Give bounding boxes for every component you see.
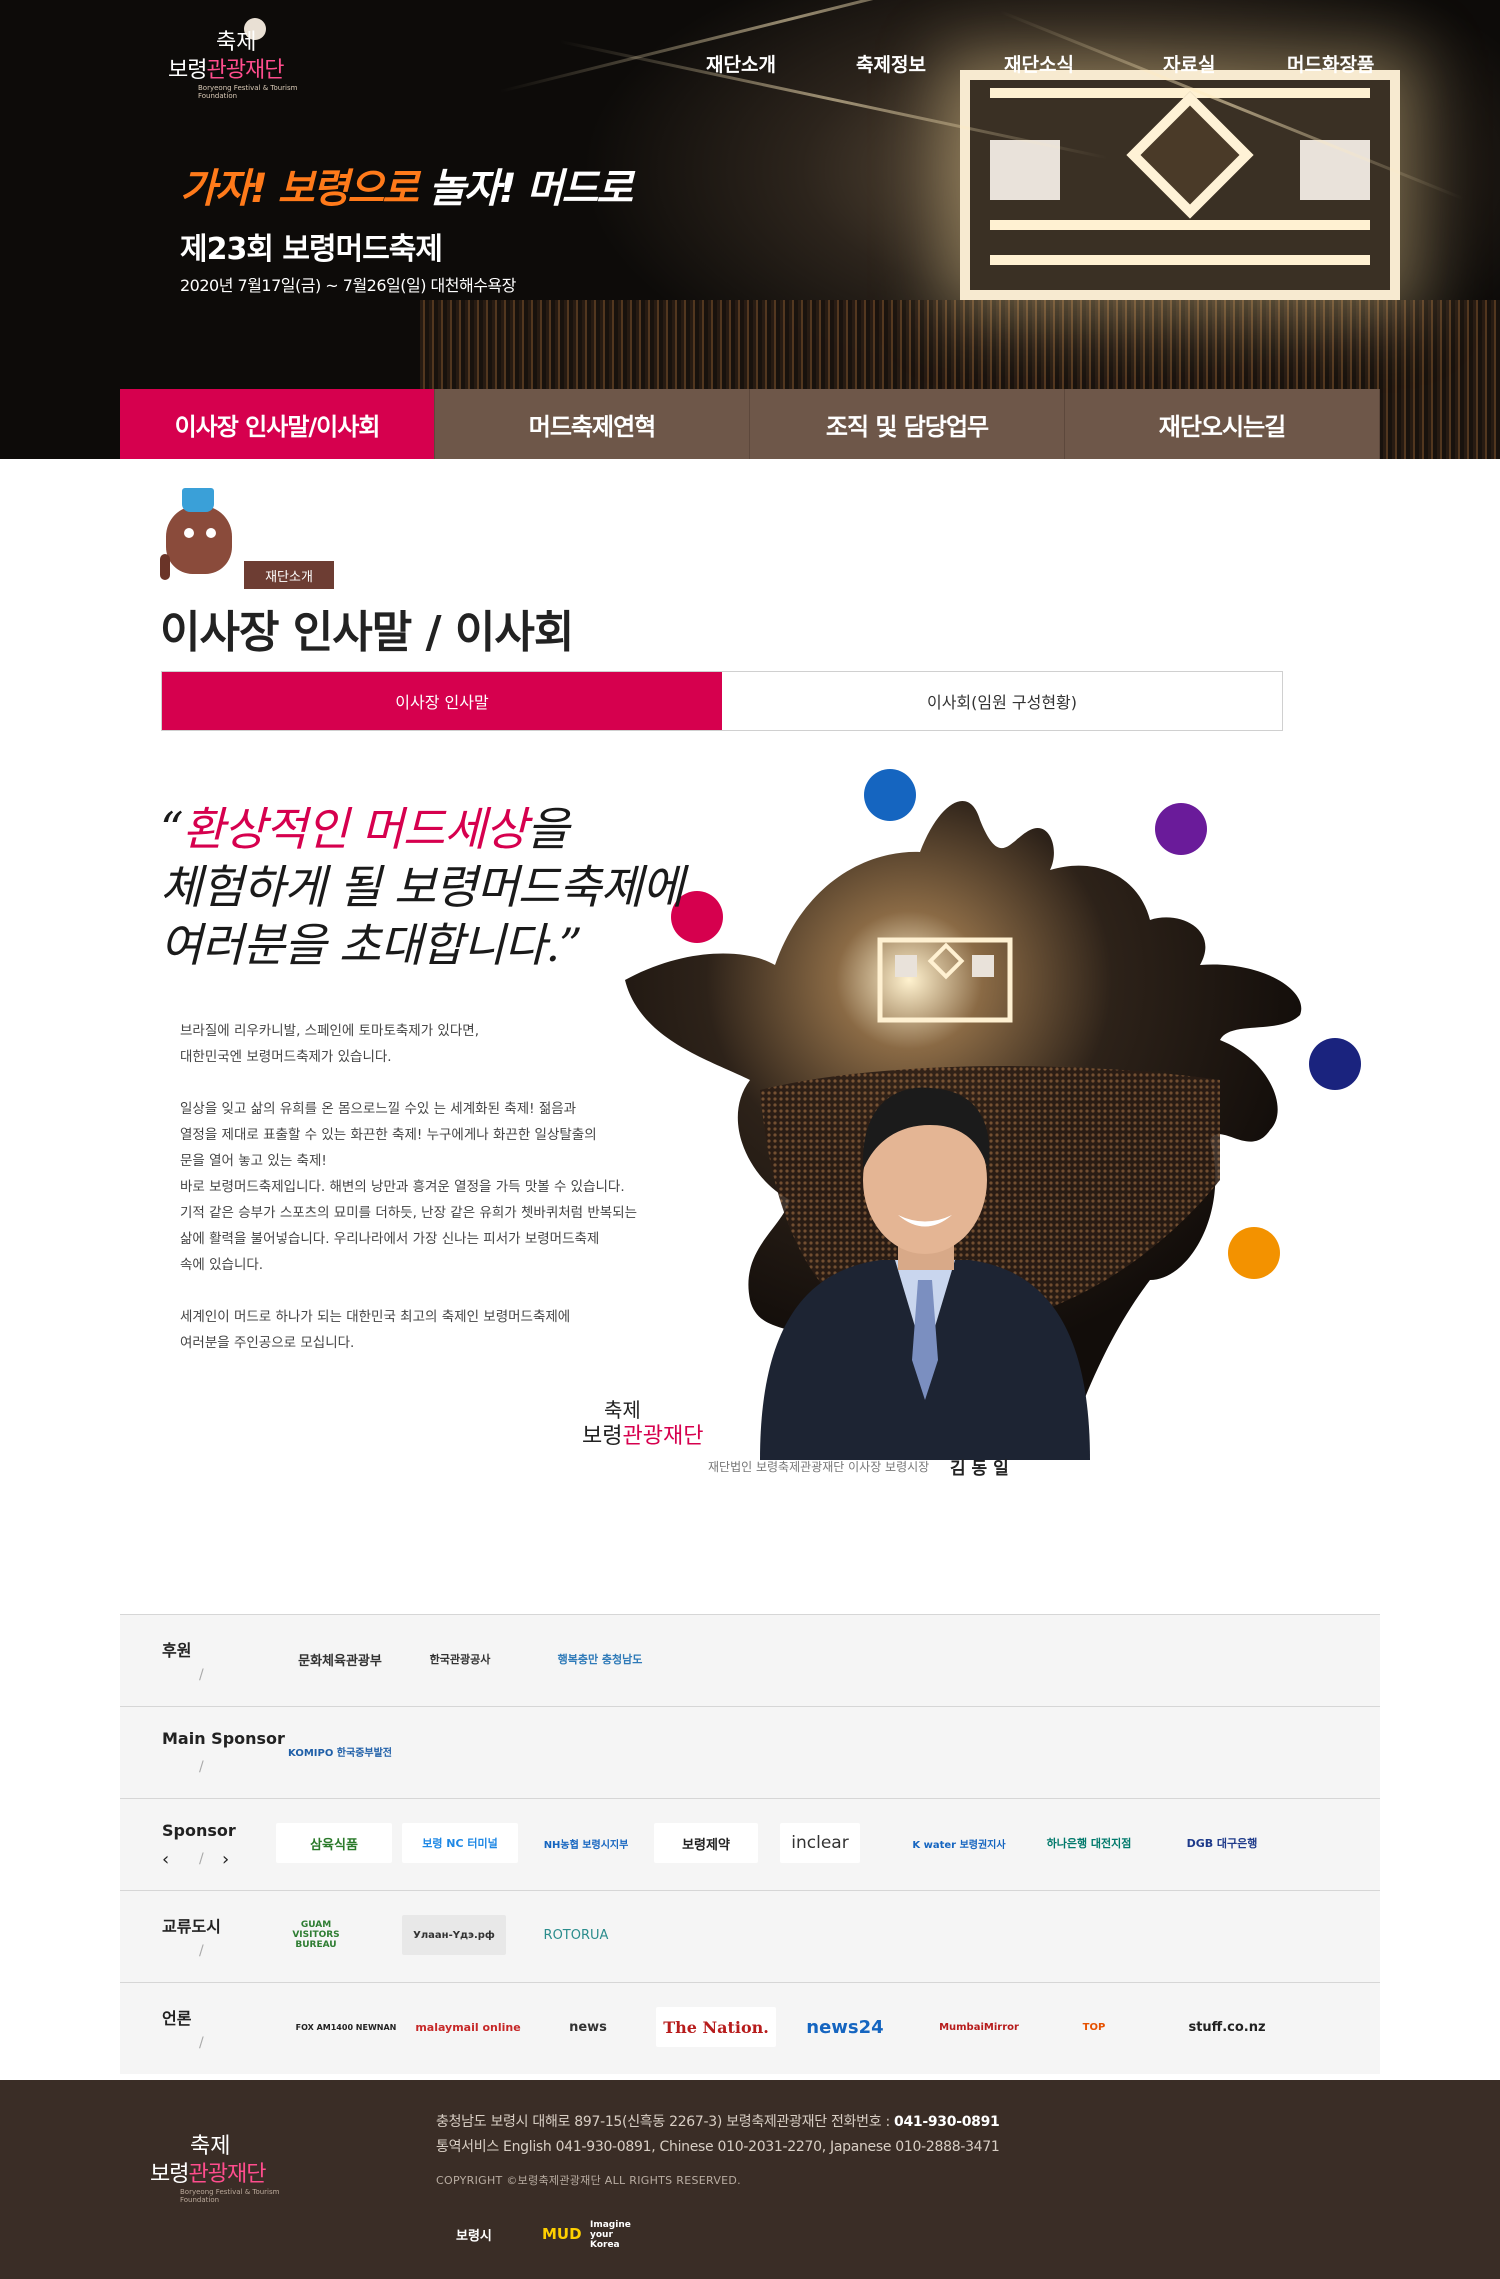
- greeting-body: 브라질에 리우카니발, 스페인에 토마토축제가 있다면, 대한민국엔 보령머드축…: [180, 1018, 700, 1382]
- main-nav: 재단소개 축제정보 재단소식 자료실 머드화장품: [0, 50, 1500, 80]
- footer-link-korea[interactable]: Imagine your Korea: [590, 2220, 640, 2250]
- sponsor-logo[interactable]: NH농협 보령시지부: [528, 1823, 644, 1863]
- sponsor-row-label: 후원: [162, 1641, 192, 1660]
- prev-arrow-icon[interactable]: ‹: [162, 1849, 169, 1870]
- press-logo[interactable]: FOX AM1400 NEWNAN: [296, 2007, 397, 2047]
- sponsor-row-label: Sponsor: [162, 1821, 236, 1840]
- hero-banner: 축제 보령관광재단 Boryeong Festival & Tourism Fo…: [0, 0, 1500, 459]
- sponsor-logo[interactable]: Улаан-Үдэ.рф: [402, 1915, 506, 1955]
- sponsor-logo[interactable]: KOMIPO 한국중부발전: [288, 1731, 392, 1771]
- subnav-directions[interactable]: 재단오시는길: [1065, 389, 1380, 459]
- sponsor-logo[interactable]: inclear: [780, 1823, 860, 1863]
- press-logo[interactable]: news: [550, 2007, 626, 2047]
- decor-dot-navy: [1309, 1038, 1361, 1090]
- sponsor-section: 후원 / 문화체육관광부 한국관광공사 행복충만 충청남도 Main Spons…: [120, 1614, 1380, 2074]
- subnav-history[interactable]: 머드축제연혁: [435, 389, 750, 459]
- sponsor-logo[interactable]: 삼육식품: [276, 1823, 392, 1863]
- decor-dot-orange: [1228, 1227, 1280, 1279]
- sub-nav: 이사장 인사말/이사회 머드축제연혁 조직 및 담당업무 재단오시는길: [120, 389, 1380, 459]
- sponsor-row-support: 후원 / 문화체육관광부 한국관광공사 행복충만 충청남도: [120, 1614, 1380, 1706]
- sponsor-logo[interactable]: 보령 NC 터미널: [402, 1823, 518, 1863]
- sponsor-row-sponsor: Sponsor ‹ / › 삼육식품 보령 NC 터미널 NH농협 보령시지부 …: [120, 1798, 1380, 1890]
- pager: /: [199, 2035, 204, 2051]
- subnav-organization[interactable]: 조직 및 담당업무: [750, 389, 1065, 459]
- sponsor-logo[interactable]: 보령제약: [654, 1823, 758, 1863]
- greeting-paragraph: 세계인이 머드로 하나가 되는 대한민국 최고의 축제인 보령머드축제에 여러분…: [180, 1309, 571, 1351]
- footer-interpret: 통역서비스 English 041-930-0891, Chinese 010-…: [436, 2139, 1000, 2155]
- decor-dot-purple: [1155, 803, 1207, 855]
- footer-link-boryeong[interactable]: 보령시: [456, 2225, 492, 2244]
- press-logo[interactable]: news24: [800, 2007, 890, 2047]
- pager: /: [199, 1667, 204, 1683]
- tab-greeting[interactable]: 이사장 인사말: [162, 672, 722, 730]
- sponsor-row-label: 언론: [162, 2009, 192, 2028]
- event-title: 제23회 보령머드축제: [180, 232, 443, 267]
- sponsor-logo[interactable]: DGB 대구은행: [1168, 1823, 1276, 1863]
- sponsor-logo[interactable]: 문화체육관광부: [280, 1639, 400, 1679]
- sponsor-logo[interactable]: K water 보령권지사: [904, 1823, 1014, 1863]
- sponsor-logo[interactable]: 하나은행 대전지점: [1032, 1823, 1146, 1863]
- greeting-paragraph: 일상을 잊고 삶의 유희를 온 몸으로느낄 수있 는 세계화된 축제! 젊음과 …: [180, 1101, 638, 1273]
- next-arrow-icon[interactable]: ›: [222, 1849, 229, 1870]
- sponsor-row-sister-city: 교류도시 / GUAM VISITORS BUREAU Улаан-Үдэ.рф…: [120, 1890, 1380, 1982]
- press-logo[interactable]: The Nation.: [656, 2007, 776, 2047]
- sponsor-logo[interactable]: GUAM VISITORS BUREAU: [276, 1915, 356, 1955]
- stage-image: [960, 70, 1400, 300]
- press-logo[interactable]: MumbaiMirror: [924, 2007, 1034, 2047]
- mascot-icon: [160, 484, 242, 584]
- pager: ‹ / ›: [162, 1849, 230, 1870]
- page-title: 이사장 인사말 / 이사회: [160, 607, 574, 658]
- nav-mud-cosmetics[interactable]: 머드화장품: [1287, 50, 1374, 77]
- sig-logo: 보령관광재단: [582, 1424, 704, 1449]
- sponsor-logo[interactable]: 한국관광공사: [410, 1639, 510, 1679]
- greeting-paragraph: 브라질에 리우카니발, 스페인에 토마토축제가 있다면, 대한민국엔 보령머드축…: [180, 1023, 479, 1065]
- nav-news[interactable]: 재단소식: [1004, 50, 1074, 77]
- pager: /: [199, 1759, 204, 1775]
- greeting-quote: “환상적인 머드세상을 체험하게 될 보령머드축제에 여러분을 초대합니다.”: [160, 802, 684, 972]
- press-logo[interactable]: TOP: [1064, 2007, 1124, 2047]
- copyright: COPYRIGHT ©보령축제관광재단 ALL RIGHTS RESERVED.: [436, 2174, 741, 2187]
- nav-foundation[interactable]: 재단소개: [706, 50, 776, 77]
- footer-address: 충청남도 보령시 대해로 897-15(신흑동 2267-3) 보령축제관광재단…: [436, 2114, 1000, 2130]
- event-date: 2020년 7월17일(금) ~ 7월26일(일) 대천해수욕장: [180, 276, 516, 295]
- subnav-greeting[interactable]: 이사장 인사말/이사회: [120, 389, 435, 459]
- sponsor-row-label: Main Sponsor: [162, 1729, 285, 1748]
- sponsor-row-label: 교류도시: [162, 1917, 221, 1936]
- sponsor-logo[interactable]: ROTORUA: [530, 1915, 622, 1955]
- category-badge: 재단소개: [244, 561, 334, 589]
- decor-dot-blue: [864, 769, 916, 821]
- logo-tagline: Boryeong Festival & Tourism Foundation: [198, 84, 298, 100]
- hero-slogan: 가자! 보령으로 놀자! 머드로: [180, 166, 633, 212]
- signature-role: 재단법인 보령축제관광재단 이사장 보령시장: [708, 1460, 930, 1474]
- nav-festival-info[interactable]: 축제정보: [856, 50, 926, 77]
- sponsor-row-main: Main Sponsor / KOMIPO 한국중부발전: [120, 1706, 1380, 1798]
- tab-board[interactable]: 이사회(임원 구성현황): [722, 672, 1282, 730]
- pager: /: [199, 1943, 204, 1959]
- nav-archive[interactable]: 자료실: [1163, 50, 1215, 77]
- sponsor-logo[interactable]: 행복충만 충청남도: [550, 1639, 650, 1679]
- footer-link-mud[interactable]: MUD: [542, 2225, 582, 2243]
- footer-logo: 축제 보령관광재단 Boryeong Festival & Tourism Fo…: [150, 2134, 280, 2204]
- signature-name: 김 동 일: [950, 1459, 1009, 1479]
- footer: 축제 보령관광재단 Boryeong Festival & Tourism Fo…: [0, 2080, 1500, 2279]
- signature-block: 축제 보령관광재단 재단법인 보령축제관광재단 이사장 보령시장 김 동 일: [582, 1398, 1022, 1482]
- content-tabs: 이사장 인사말 이사회(임원 구성현황): [161, 671, 1283, 731]
- press-logo[interactable]: stuff.co.nz: [1182, 2007, 1272, 2047]
- press-logo[interactable]: malaymail online: [415, 2007, 520, 2047]
- sponsor-row-press: 언론 / FOX AM1400 NEWNAN malaymail online …: [120, 1982, 1380, 2074]
